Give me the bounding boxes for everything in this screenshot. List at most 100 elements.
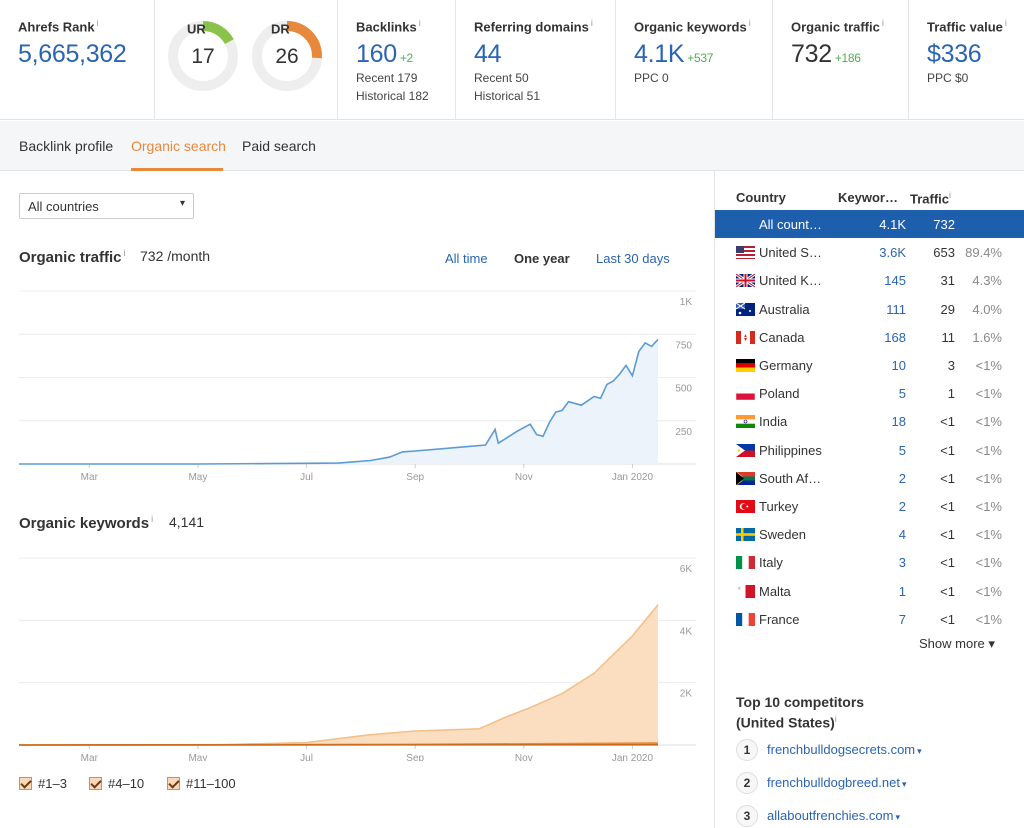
dr-gauge[interactable]: DRi 26	[251, 16, 323, 92]
country-keywords[interactable]: 3	[899, 555, 906, 570]
range-all-time-button[interactable]: All time	[445, 251, 488, 266]
country-keywords[interactable]: 4	[899, 527, 906, 542]
metrics-bar: Ahrefs Rank i 5,665,362 URi 17 DRi 26 Bac…	[0, 0, 1024, 120]
country-row[interactable]: United K… 145 31 4.3%	[715, 266, 1024, 294]
metric-delta: +186	[834, 51, 861, 66]
metric-delta: +2	[399, 51, 413, 66]
flag-fr-icon	[736, 612, 755, 626]
flag-pl-icon	[736, 387, 755, 401]
country-name: India	[759, 414, 788, 430]
country-keywords[interactable]: 7	[899, 612, 906, 627]
info-icon[interactable]: i	[207, 20, 209, 30]
country-filter-select[interactable]: All countries ▾	[19, 193, 194, 219]
metric-value[interactable]: 44	[474, 40, 615, 69]
flag-tr-icon	[736, 500, 755, 513]
chevron-down-icon[interactable]: ▾	[902, 779, 907, 789]
country-keywords[interactable]: 168	[884, 330, 906, 345]
range-one-year-button[interactable]: One year	[514, 251, 570, 266]
checkbox-checked-icon	[89, 777, 102, 790]
country-name: Poland	[759, 386, 800, 402]
country-row-selected[interactable]: All count… 4.1K 732	[715, 210, 1024, 238]
info-icon[interactable]: i	[882, 18, 884, 28]
info-icon[interactable]: i	[291, 20, 293, 30]
country-keywords[interactable]: 111	[886, 302, 906, 317]
legend-checkbox-11-100[interactable]: #11–100	[167, 776, 236, 791]
competitor-link[interactable]: allaboutfrenchies.com	[767, 808, 893, 823]
country-name: Sweden	[759, 527, 806, 543]
country-keywords[interactable]: 4.1K	[879, 217, 906, 232]
country-row[interactable]: Poland 5 1 <1%	[715, 379, 1024, 407]
metric-value[interactable]: $336	[927, 40, 1024, 69]
country-keywords[interactable]: 145	[884, 273, 906, 288]
range-last-30-days-button[interactable]: Last 30 days	[596, 251, 670, 266]
metric-value[interactable]: 160	[356, 40, 397, 68]
info-icon[interactable]: i	[835, 714, 837, 724]
column-header-country[interactable]: Country	[736, 190, 786, 205]
country-row[interactable]: United S… 3.6K 653 89.4%	[715, 238, 1024, 266]
country-row[interactable]: Philippines 5 <1 <1%	[715, 436, 1024, 464]
metric-backlinks: Backlinks i 160 +2 Recent 179 Historical 1…	[338, 0, 456, 120]
organic-traffic-chart[interactable]: 1K 750 500 250 Mar May Jul Sep Nov Jan 2020	[0, 281, 714, 486]
info-icon[interactable]: i	[419, 18, 421, 28]
competitor-item[interactable]: 3 allaboutfrenchies.com ▾	[736, 805, 900, 827]
x-tick-label: Jan 2020	[612, 753, 654, 761]
country-keywords[interactable]: 10	[892, 358, 906, 373]
country-traffic-share: <1%	[975, 555, 1002, 571]
chevron-down-icon: ▾	[179, 198, 185, 209]
country-keywords[interactable]: 5	[899, 386, 906, 401]
info-icon[interactable]: i	[124, 248, 126, 258]
tab-organic-search[interactable]: Organic search	[131, 138, 226, 154]
country-row[interactable]: Sweden 4 <1 <1%	[715, 520, 1024, 548]
country-traffic: 29	[940, 301, 955, 317]
metric-referring-domains: Referring domains i 44 Recent 50 Historic…	[456, 0, 616, 120]
flag-us-icon	[736, 246, 755, 260]
country-row[interactable]: Australia 111 29 4.0%	[715, 295, 1024, 323]
country-traffic-share: <1%	[975, 527, 1002, 543]
country-keywords[interactable]: 18	[892, 414, 906, 429]
country-keywords[interactable]: 2	[899, 499, 906, 514]
country-row[interactable]: France 7 <1 <1%	[715, 605, 1024, 633]
metric-value[interactable]: 4.1K	[634, 40, 685, 68]
flag-uk-icon	[736, 274, 755, 288]
competitor-link[interactable]: frenchbulldogsecrets.com	[767, 742, 915, 757]
country-row[interactable]: Malta 1 <1 <1%	[715, 577, 1024, 605]
country-row[interactable]: Germany 10 3 <1%	[715, 351, 1024, 379]
info-icon[interactable]: i	[151, 514, 153, 524]
country-keywords[interactable]: 3.6K	[879, 245, 906, 260]
country-row[interactable]: South Af… 2 <1 <1%	[715, 464, 1024, 492]
country-traffic: 11	[941, 329, 956, 345]
ur-gauge[interactable]: URi 17	[167, 16, 239, 92]
info-icon[interactable]: i	[749, 18, 751, 28]
country-keywords[interactable]: 1	[899, 584, 906, 599]
competitor-link[interactable]: frenchbulldogbreed.net	[767, 775, 900, 790]
tab-paid-search[interactable]: Paid search	[242, 138, 316, 154]
organic-keywords-chart[interactable]: 6K 4K 2K Mar May Jul Sep Nov Jan 2020	[0, 551, 714, 761]
metric-historical: Historical 182	[356, 89, 429, 104]
country-keywords[interactable]: 5	[899, 443, 906, 458]
tab-backlink-profile[interactable]: Backlink profile	[19, 138, 113, 154]
chevron-down-icon[interactable]: ▾	[895, 812, 900, 822]
info-icon[interactable]: i	[97, 18, 99, 28]
info-icon[interactable]: i	[949, 190, 951, 200]
country-keywords[interactable]: 2	[899, 471, 906, 486]
country-row[interactable]: Turkey 2 <1 <1%	[715, 492, 1024, 520]
metric-label: Backlinks	[356, 19, 417, 35]
country-name: Germany	[759, 358, 813, 373]
column-header-keywords[interactable]: Keywor…	[838, 190, 898, 205]
metric-organic-traffic: Organic traffic i 732 +186	[773, 0, 909, 120]
legend-checkbox-4-10[interactable]: #4–10	[89, 776, 144, 791]
x-tick-label: Mar	[81, 472, 99, 483]
show-more-button[interactable]: Show more ▾	[919, 636, 995, 652]
chevron-down-icon[interactable]: ▾	[917, 746, 922, 756]
country-traffic-share: <1%	[975, 442, 1002, 458]
competitor-item[interactable]: 2 frenchbulldogbreed.net ▾	[736, 772, 907, 794]
country-row[interactable]: India 18 <1 <1%	[715, 407, 1024, 435]
flag-se-icon	[736, 528, 755, 542]
legend-checkbox-top3[interactable]: #1–3	[19, 776, 67, 791]
info-icon[interactable]: i	[591, 18, 593, 28]
competitor-item[interactable]: 1 frenchbulldogsecrets.com ▾	[736, 739, 922, 761]
country-row[interactable]: Italy 3 <1 <1%	[715, 548, 1024, 576]
info-icon[interactable]: i	[1005, 18, 1007, 28]
country-row[interactable]: Canada 168 11 1.6%	[715, 323, 1024, 351]
column-header-traffic[interactable]: Traffici	[910, 190, 951, 206]
